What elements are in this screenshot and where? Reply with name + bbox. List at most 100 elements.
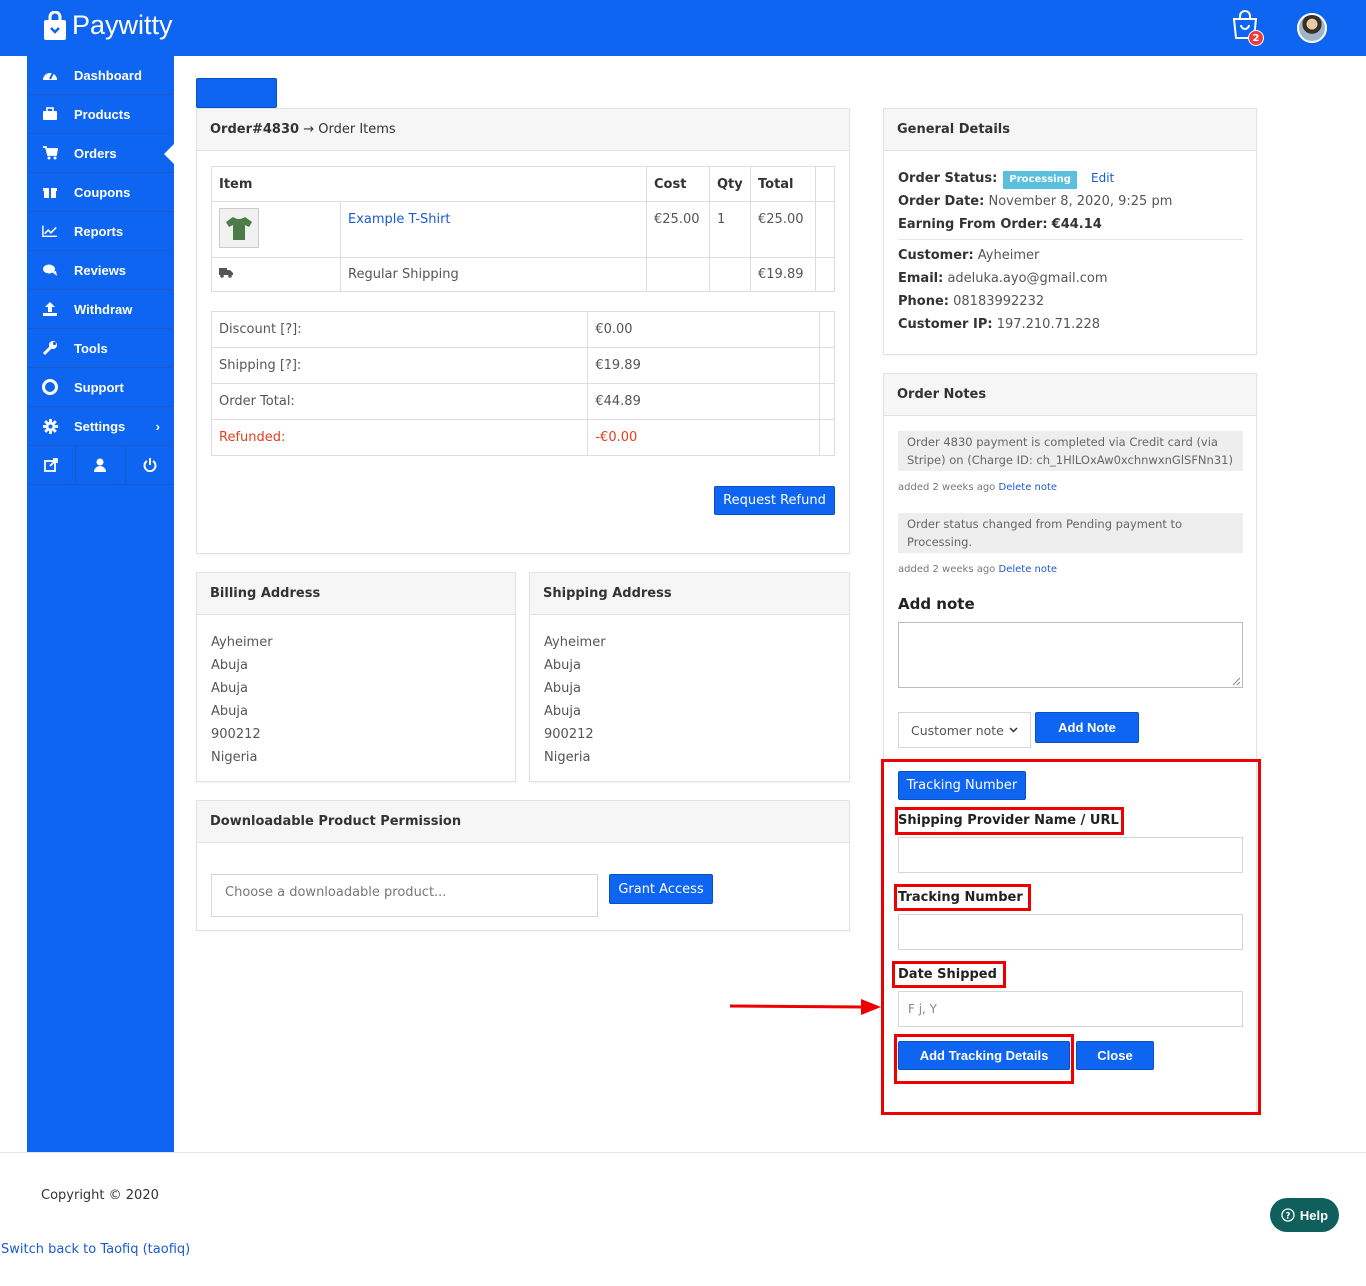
shipping-line: Abuja [544, 704, 581, 719]
order-note-time: added 2 weeks ago [898, 482, 996, 493]
truck-icon [219, 268, 233, 278]
sidebar-item-support[interactable]: Support [27, 368, 174, 407]
general-details-header: General Details [884, 109, 1256, 151]
cart-icon [42, 145, 58, 161]
column-header-cost: Cost [646, 166, 710, 202]
order-status-badge: Processing [1003, 171, 1077, 189]
power-icon [143, 458, 157, 472]
user-icon [94, 458, 107, 472]
sidebar-item-settings[interactable]: Settings › [27, 407, 174, 446]
resize-handle-icon [1232, 677, 1240, 685]
sidebar-item-label: Products [74, 106, 131, 122]
sidebar-item-products[interactable]: Products [27, 95, 174, 134]
empty-cell [818, 383, 836, 420]
sidebar-item-label: Coupons [74, 184, 131, 200]
sidebar-item-reports[interactable]: Reports [27, 212, 174, 251]
comments-icon [42, 262, 58, 278]
cart-button[interactable]: 2 [1231, 10, 1265, 46]
shipping-line: Nigeria [544, 750, 591, 765]
empty-cell [818, 311, 836, 348]
sidebar-item-label: Withdraw [74, 301, 133, 317]
sidebar-item-withdraw[interactable]: Withdraw [27, 290, 174, 329]
switch-back-link[interactable]: Switch back to Taofiq (taofiq) [1, 1242, 190, 1257]
question-circle-icon: ? [1281, 1208, 1295, 1222]
column-header-total: Total [750, 166, 816, 202]
back-button[interactable] [196, 78, 277, 108]
general-details-title: General Details [897, 122, 1010, 137]
add-note-textarea[interactable] [898, 622, 1243, 688]
billing-line: Abuja [211, 704, 248, 719]
order-total-value: €44.89 [587, 383, 820, 420]
brand-logo[interactable]: Paywitty [42, 10, 173, 41]
shipping-line: Abuja [544, 658, 581, 673]
email-value: adeluka.ayo@gmail.com [947, 271, 1108, 286]
shipping-line: Abuja [544, 681, 581, 696]
customer-ip-value: 197.210.71.228 [996, 317, 1101, 332]
add-note-button[interactable]: Add Note [1035, 712, 1139, 743]
order-items-panel: Order#4830 → Order Items Item Cost Qty T… [196, 108, 850, 554]
edit-status-link[interactable]: Edit [1091, 171, 1114, 185]
shipping-address-lines: Ayheimer Abuja Abuja Abuja 900212 Nigeri… [544, 631, 606, 769]
annotation-add-tracking-box [894, 1034, 1074, 1084]
downloadable-product-select[interactable]: Choose a downloadable product... [211, 874, 598, 917]
order-items-title: Order Items [318, 122, 396, 137]
order-note-meta: added 2 weeks ago Delete note [898, 482, 1057, 493]
sidebar-quick-links [27, 446, 174, 485]
empty-cell [818, 347, 836, 384]
note-type-value: Customer note [911, 722, 1004, 738]
delete-note-link[interactable]: Delete note [999, 482, 1058, 493]
order-note-time: added 2 weeks ago [898, 564, 996, 575]
email-label: Email: [898, 271, 944, 286]
billing-line: 900212 [211, 727, 261, 742]
dashboard-icon [42, 67, 58, 83]
chevron-down-icon [1009, 727, 1018, 733]
downloadable-permission-header: Downloadable Product Permission [197, 801, 849, 843]
table-row: Example T-Shirt €25.00 1 €25.00 [211, 201, 835, 258]
table-row: Discount [?]: €0.00 [210, 311, 836, 348]
shipping-address-title: Shipping Address [543, 586, 672, 601]
order-notes-title: Order Notes [897, 387, 987, 402]
top-bar: Paywitty 2 [0, 0, 1366, 56]
profile-button[interactable] [76, 446, 126, 484]
help-button[interactable]: ? Help [1270, 1198, 1339, 1232]
order-status-label: Order Status: [898, 171, 998, 186]
gift-icon [42, 184, 58, 200]
briefcase-icon [42, 106, 58, 122]
table-row: Refunded: -€0.00 [210, 419, 836, 456]
earning-label: Earning From Order: [898, 217, 1048, 232]
billing-address-lines: Ayheimer Abuja Abuja Abuja 900212 Nigeri… [211, 631, 273, 769]
upload-icon [42, 301, 58, 317]
empty-cell [818, 419, 836, 456]
annotation-date-shipped-box [892, 961, 1006, 988]
note-type-select[interactable]: Customer note [898, 712, 1031, 748]
general-details-body: Order Status: Processing Edit Order Date… [898, 167, 1243, 336]
delete-note-link[interactable]: Delete note [999, 564, 1058, 575]
sidebar-item-tools[interactable]: Tools [27, 329, 174, 368]
sidebar-item-label: Reports [74, 223, 124, 239]
visit-store-button[interactable] [27, 446, 77, 484]
discount-value: €0.00 [587, 311, 820, 348]
billing-line: Abuja [211, 681, 248, 696]
annotation-provider-label-box [895, 807, 1124, 835]
sidebar-item-orders[interactable]: Orders [27, 134, 174, 173]
order-status-row: Order Status: Processing Edit [898, 167, 1243, 190]
downloadable-permission-panel: Downloadable Product Permission Choose a… [196, 800, 850, 931]
order-total-label: Order Total: [210, 383, 589, 420]
order-note: Order 4830 payment is completed via Cred… [898, 431, 1243, 471]
sidebar-item-reviews[interactable]: Reviews [27, 251, 174, 290]
general-details-panel: General Details Order Status: Processing… [883, 108, 1257, 355]
item-name-link[interactable]: Example T-Shirt [348, 212, 451, 227]
refunded-label: Refunded: [210, 419, 589, 456]
shipping-line: Ayheimer [544, 635, 606, 650]
request-refund-button[interactable]: Request Refund [714, 486, 835, 515]
table-row: Regular Shipping €19.89 [211, 257, 835, 292]
sidebar-item-label: Dashboard [74, 67, 142, 83]
order-note: Order status changed from Pending paymen… [898, 513, 1243, 553]
tshirt-thumbnail[interactable] [219, 208, 259, 248]
sidebar-item-coupons[interactable]: Coupons [27, 173, 174, 212]
user-avatar[interactable] [1297, 13, 1327, 43]
logout-button[interactable] [126, 446, 174, 484]
sidebar-item-dashboard[interactable]: Dashboard [27, 56, 174, 95]
grant-access-button[interactable]: Grant Access [609, 874, 713, 904]
add-note-title: Add note [898, 595, 975, 613]
